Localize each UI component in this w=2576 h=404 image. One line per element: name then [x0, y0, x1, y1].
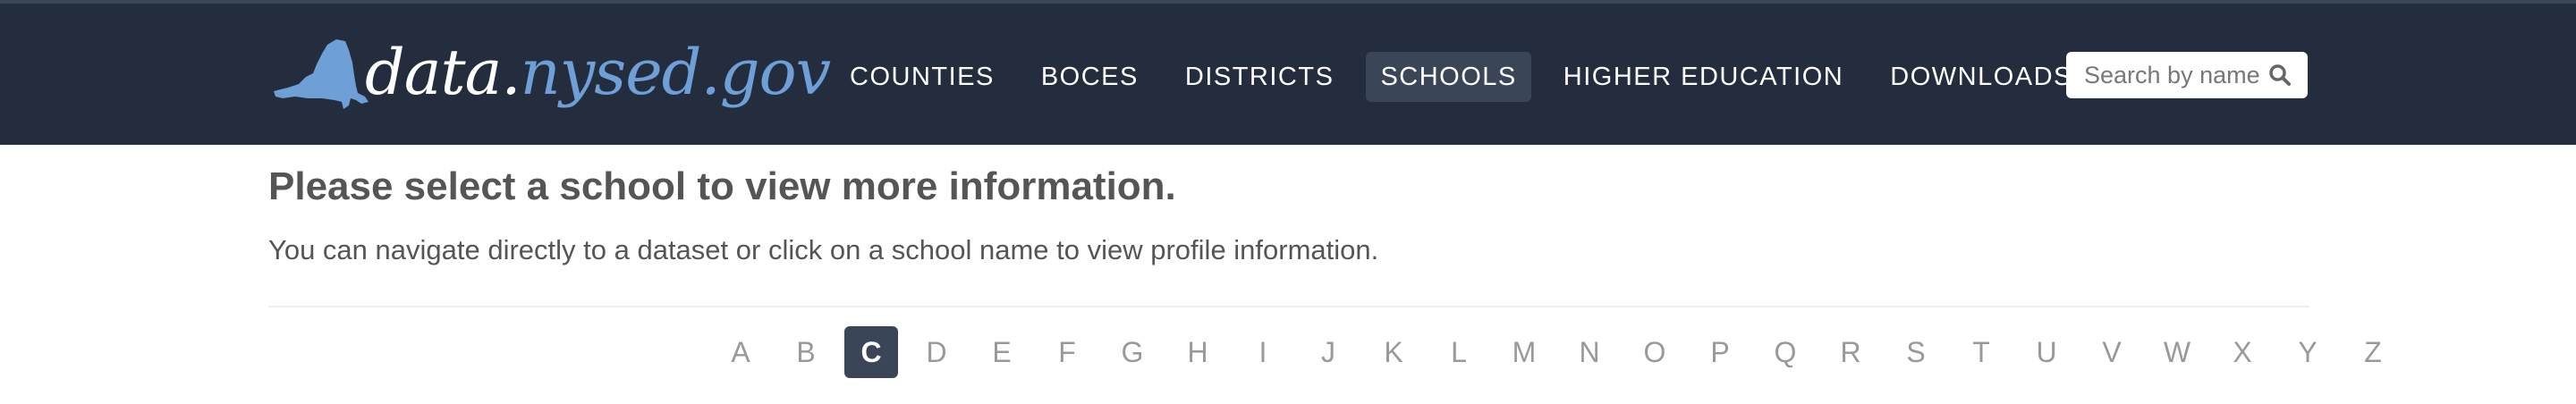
letter-o[interactable]: O — [1628, 326, 1682, 378]
letter-z[interactable]: Z — [2346, 326, 2400, 378]
letter-l[interactable]: L — [1432, 326, 1486, 378]
page-description: You can navigate directly to a dataset o… — [268, 234, 1379, 265]
page-title: Please select a school to view more info… — [268, 164, 1176, 208]
letter-b[interactable]: B — [779, 326, 833, 378]
nav-item-higher-education[interactable]: HIGHER EDUCATION — [1549, 52, 1858, 102]
logo-text: data.nysed.gov — [365, 36, 832, 109]
letter-u[interactable]: U — [2020, 326, 2073, 378]
letter-e[interactable]: E — [975, 326, 1029, 378]
main-nav: COUNTIES BOCES DISTRICTS SCHOOLS HIGHER EDUC… — [835, 52, 2105, 102]
letter-v[interactable]: V — [2085, 326, 2139, 378]
letter-j[interactable]: J — [1301, 326, 1355, 378]
letter-s[interactable]: S — [1889, 326, 1943, 378]
letter-n[interactable]: N — [1563, 326, 1616, 378]
divider — [268, 306, 2309, 307]
letter-k[interactable]: K — [1367, 326, 1420, 378]
letter-t[interactable]: T — [1954, 326, 2008, 378]
letter-d[interactable]: D — [910, 326, 963, 378]
letter-g[interactable]: G — [1106, 326, 1159, 378]
search-input[interactable] — [2066, 61, 2263, 89]
alphabet-filter: ABCDEFGHIJKLMNOPQRSTUVWXYZ — [714, 325, 2411, 379]
nav-item-downloads[interactable]: DOWNLOADS — [1876, 52, 2087, 102]
letter-m[interactable]: M — [1497, 326, 1551, 378]
letter-q[interactable]: Q — [1758, 326, 1812, 378]
nav-item-boces[interactable]: BOCES — [1027, 52, 1153, 102]
search-box[interactable] — [2066, 52, 2308, 98]
letter-c[interactable]: C — [844, 326, 898, 378]
letter-i[interactable]: I — [1236, 326, 1290, 378]
site-logo[interactable]: data.nysed.gov — [272, 27, 831, 125]
nav-item-counties[interactable]: COUNTIES — [835, 52, 1009, 102]
nav-item-districts[interactable]: DISTRICTS — [1171, 52, 1349, 102]
logo-prefix: data. — [365, 36, 521, 109]
letter-r[interactable]: R — [1824, 326, 1877, 378]
letter-y[interactable]: Y — [2281, 326, 2334, 378]
letter-x[interactable]: X — [2216, 326, 2269, 378]
logo-highlight: nysed.gov — [520, 36, 832, 109]
nav-item-schools[interactable]: SCHOOLS — [1366, 52, 1531, 102]
letter-f[interactable]: F — [1040, 326, 1094, 378]
letter-h[interactable]: H — [1171, 326, 1224, 378]
letter-p[interactable]: P — [1693, 326, 1747, 378]
letter-a[interactable]: A — [714, 326, 767, 378]
top-navbar: data.nysed.gov COUNTIES BOCES DISTRICTS SCH… — [0, 0, 2576, 145]
letter-w[interactable]: W — [2150, 326, 2204, 378]
ny-state-map-icon — [274, 39, 369, 109]
search-icon[interactable] — [2268, 63, 2292, 87]
